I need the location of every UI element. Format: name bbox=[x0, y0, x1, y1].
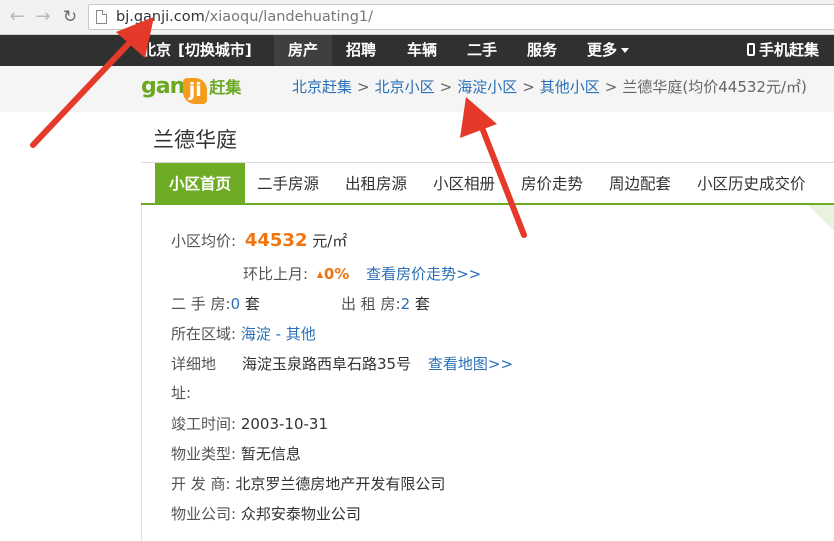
breadcrumb-item-other-communities[interactable]: 其他小区 bbox=[540, 78, 600, 96]
tab-rental-listings[interactable]: 出租房源 bbox=[345, 163, 407, 204]
avg-price-row: 小区均价: 44532 元/㎡ bbox=[171, 230, 347, 251]
content-border bbox=[141, 205, 142, 541]
nav-item-house[interactable]: 房产 bbox=[274, 35, 332, 66]
nav-item-secondhand[interactable]: 二手 bbox=[467, 35, 497, 66]
avg-price-label: 小区均价: bbox=[171, 232, 237, 250]
more-label: 更多 bbox=[587, 41, 618, 59]
nav-item-services[interactable]: 服务 bbox=[527, 35, 557, 66]
secondhand-label: 二 手 房: bbox=[171, 295, 231, 313]
developer-label: 开 发 商: bbox=[171, 475, 231, 493]
forward-arrow-icon[interactable]: → bbox=[32, 6, 54, 28]
up-arrow-icon bbox=[316, 271, 323, 278]
page-icon bbox=[96, 10, 107, 24]
completion-value: 2003-10-31 bbox=[240, 415, 329, 433]
tab-nearby-facilities[interactable]: 周边配套 bbox=[609, 163, 671, 204]
district-link[interactable]: 海淀 - 其他 bbox=[241, 325, 316, 343]
rental-label: 出 租 房: bbox=[341, 295, 401, 313]
management-value: 众邦安泰物业公司 bbox=[240, 505, 361, 523]
reload-icon[interactable]: ↻ bbox=[59, 6, 81, 28]
developer-row: 开 发 商: 北京罗兰德房地产开发有限公司 bbox=[171, 473, 445, 494]
district-label: 所在区域: bbox=[171, 325, 237, 343]
secondhand-unit: 套 bbox=[244, 295, 260, 313]
sub-header: gan ji 赶集 北京赶集 > 北京小区 > 海淀小区 > 其他小区 > 兰德华庭(均价44532… bbox=[0, 66, 834, 112]
community-tabs: 小区首页 二手房源 出租房源 小区相册 房价走势 周边配套 小区历史成交价 bbox=[141, 162, 834, 205]
avg-price-value: 44532 bbox=[244, 230, 308, 251]
address-value-cell: 海淀玉泉路西阜石路35号 查看地图>> bbox=[242, 353, 513, 374]
switch-city-link[interactable]: [切换城市] bbox=[178, 35, 252, 66]
logo-latin: gan bbox=[141, 74, 185, 99]
completion-label: 竣工时间: bbox=[171, 415, 237, 433]
nav-item-cars[interactable]: 车辆 bbox=[407, 35, 437, 66]
url-host: bj.ganji.com bbox=[116, 9, 205, 25]
property-type-row: 物业类型: 暂无信息 bbox=[171, 443, 301, 464]
developer-value: 北京罗兰德房地产开发有限公司 bbox=[235, 475, 446, 493]
completion-row: 竣工时间: 2003-10-31 bbox=[171, 413, 328, 434]
tab-secondhand-listings[interactable]: 二手房源 bbox=[257, 163, 319, 204]
address-row: 详细地 bbox=[171, 353, 216, 374]
nav-item-jobs[interactable]: 招聘 bbox=[346, 35, 376, 66]
avg-price-unit: 元/㎡ bbox=[312, 232, 348, 250]
rental-unit: 套 bbox=[414, 295, 430, 313]
property-type-label: 物业类型: bbox=[171, 445, 237, 463]
nav-more-menu[interactable]: 更多 bbox=[587, 35, 630, 66]
breadcrumb-separator: > bbox=[604, 78, 618, 96]
management-row: 物业公司: 众邦安泰物业公司 bbox=[171, 503, 361, 524]
address-label: 详细地 bbox=[171, 355, 217, 373]
breadcrumb-current: 兰德华庭(均价44532元/㎡) bbox=[622, 78, 807, 96]
decorative-corner bbox=[808, 205, 834, 231]
tab-price-trend[interactable]: 房价走势 bbox=[521, 163, 583, 204]
listing-counts-row: 二 手 房:0 套 bbox=[171, 293, 260, 314]
breadcrumb-separator: > bbox=[357, 78, 370, 96]
property-type-value: 暂无信息 bbox=[240, 445, 301, 463]
page-title: 兰德华庭 bbox=[153, 128, 237, 152]
mom-label: 环比上月: bbox=[243, 265, 309, 283]
site-top-nav: 北京 [切换城市] 房产 招聘 车辆 二手 服务 更多 手机赶集 bbox=[0, 35, 834, 66]
mobile-ganji-link[interactable]: 手机赶集 bbox=[747, 35, 819, 66]
logo-mark: ji bbox=[183, 78, 208, 104]
secondhand-count-link[interactable]: 0 bbox=[231, 295, 241, 313]
mom-value: 0% bbox=[323, 265, 350, 283]
rental-count-cell: 出 租 房:2 套 bbox=[341, 293, 430, 314]
address-bar[interactable]: bj.ganji.com/xiaoqu/landehuating1/ bbox=[88, 4, 834, 30]
breadcrumb-separator: > bbox=[439, 78, 453, 96]
mom-row: 环比上月: 0% 查看房价走势>> bbox=[243, 263, 481, 284]
rental-count-link[interactable]: 2 bbox=[401, 295, 411, 313]
browser-toolbar: ← → ↻ bj.ganji.com/xiaoqu/landehuating1/ bbox=[0, 0, 834, 35]
back-arrow-icon[interactable]: ← bbox=[6, 6, 28, 28]
mobile-phone-icon bbox=[747, 43, 755, 56]
ganji-logo[interactable]: gan ji 赶集 bbox=[141, 74, 242, 104]
tab-community-album[interactable]: 小区相册 bbox=[433, 163, 495, 204]
city-label: 北京 bbox=[141, 41, 172, 59]
address-value: 海淀玉泉路西阜石路35号 bbox=[242, 355, 412, 373]
breadcrumb-separator: > bbox=[522, 78, 535, 96]
breadcrumb: 北京赶集 > 北京小区 > 海淀小区 > 其他小区 > 兰德华庭(均价44532元/㎡) bbox=[292, 76, 807, 97]
price-trend-link[interactable]: 查看房价走势>> bbox=[366, 265, 481, 283]
logo-chinese: 赶集 bbox=[209, 78, 242, 97]
url-text[interactable]: bj.ganji.com/xiaoqu/landehuating1/ bbox=[116, 9, 373, 25]
breadcrumb-item-haidian-communities[interactable]: 海淀小区 bbox=[457, 78, 517, 96]
mobile-label: 手机赶集 bbox=[759, 41, 820, 59]
address-label-continued: 址: bbox=[171, 384, 192, 402]
district-row: 所在区域: 海淀 - 其他 bbox=[171, 323, 316, 344]
tab-transaction-history[interactable]: 小区历史成交价 bbox=[697, 163, 806, 204]
caret-down-icon bbox=[621, 48, 630, 53]
view-map-link[interactable]: 查看地图>> bbox=[428, 355, 513, 373]
management-label: 物业公司: bbox=[171, 505, 237, 523]
tab-community-home[interactable]: 小区首页 bbox=[155, 163, 245, 204]
breadcrumb-item-beijing-ganji[interactable]: 北京赶集 bbox=[292, 78, 352, 96]
address-label-wrap: 址: bbox=[171, 382, 191, 403]
breadcrumb-item-beijing-communities[interactable]: 北京小区 bbox=[375, 78, 435, 96]
url-path: /xiaoqu/landehuating1/ bbox=[204, 9, 374, 25]
